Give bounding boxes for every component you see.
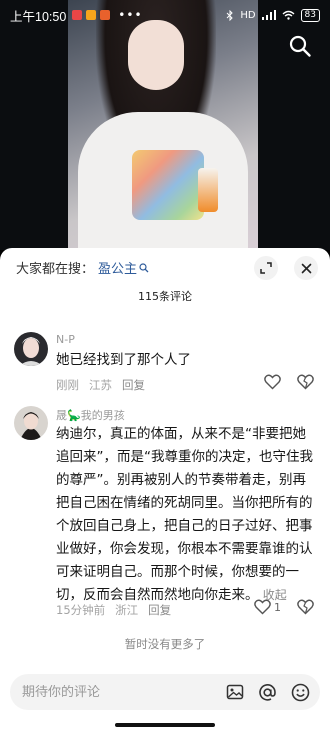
- trending-search[interactable]: 大家都在搜： 盈公主: [16, 258, 149, 277]
- battery-indicator: 83: [300, 8, 320, 22]
- like-count: 1: [274, 600, 281, 614]
- comment-count: 115条评论: [138, 290, 192, 303]
- comment-text-line: 追回来”，而是“我尊重你的决定，也守住我: [56, 449, 313, 465]
- comment-text-line: 业做好，你会发现，你根本不需要靠谁的认: [56, 541, 313, 557]
- reply-button[interactable]: 回复: [148, 602, 171, 618]
- network-type: HD: [240, 9, 256, 21]
- comment-meta: 刚刚 江苏 回复: [56, 377, 145, 393]
- video-player[interactable]: 上午10:50 ••• HD 83: [0, 0, 330, 250]
- wifi-icon: [282, 10, 295, 20]
- comment-time: 15分钟前: [56, 603, 106, 617]
- notification-app-icon: [86, 10, 97, 20]
- like-icon[interactable]: [264, 374, 281, 390]
- comment-location: 浙江: [115, 603, 139, 617]
- mention-icon[interactable]: [258, 683, 277, 702]
- comment-actions: [264, 374, 314, 390]
- dislike-icon[interactable]: [297, 599, 314, 615]
- like-button[interactable]: 1: [254, 599, 281, 615]
- emoji-icon[interactable]: [291, 683, 310, 702]
- comment-text: 她已经找到了那个人了: [56, 352, 191, 368]
- comment-actions: 1: [254, 599, 314, 615]
- expand-button[interactable]: [254, 256, 278, 280]
- notification-icons: [72, 10, 111, 20]
- comment-text: 纳迪尔，真正的体面，从来不是“非要把她 追回来”，而是“我尊重你的决定，也守住我…: [56, 423, 313, 607]
- like-icon: [254, 599, 271, 615]
- comment-text-line: 把自己困在情绪的死胡同里。当你把所有的: [56, 495, 313, 511]
- avatar-image: [14, 332, 48, 366]
- dislike-icon[interactable]: [297, 374, 314, 390]
- comment-input-bar[interactable]: [10, 674, 320, 710]
- home-indicator[interactable]: [115, 723, 215, 727]
- no-more-comments: 暂时没有更多了: [124, 637, 206, 651]
- comment-text-line: 纳迪尔，真正的体面，从来不是“非要把她: [56, 426, 306, 442]
- video-figure-face: [128, 20, 184, 90]
- video-product-bottle: [198, 168, 218, 212]
- comment-username[interactable]: 晟🦕我的男孩: [56, 407, 125, 423]
- comment-sheet: 大家都在搜： 盈公主 115条评论 N-P 她已经找到了那个人了 刚刚 江苏 回…: [0, 248, 330, 733]
- keyword-search-icon: [139, 262, 149, 272]
- status-time: 上午10:50: [10, 9, 67, 24]
- video-shirt-print: [132, 150, 204, 220]
- search-icon[interactable]: [288, 34, 312, 58]
- bluetooth-icon: [226, 9, 234, 21]
- comment-text-line: 可来证明自己。而那个时候，你想要的一: [56, 564, 299, 580]
- status-more: •••: [118, 8, 143, 22]
- close-icon: [301, 263, 311, 273]
- signal-icon: [261, 10, 276, 20]
- comment-location: 江苏: [89, 378, 112, 392]
- avatar[interactable]: [14, 406, 48, 440]
- comment-sheet-header: 大家都在搜： 盈公主 115条评论: [0, 248, 330, 310]
- image-icon[interactable]: [226, 683, 244, 701]
- expand-icon: [260, 262, 272, 274]
- trending-search-keyword[interactable]: 盈公主: [98, 258, 137, 277]
- reply-button[interactable]: 回复: [122, 377, 145, 393]
- comment-input[interactable]: [22, 684, 212, 700]
- close-button[interactable]: [294, 256, 318, 280]
- notification-app-icon: [72, 10, 83, 20]
- notification-app-icon: [100, 10, 111, 20]
- status-bar: 上午10:50 ••• HD 83: [0, 0, 330, 30]
- trending-search-prefix: 大家都在搜：: [16, 262, 95, 277]
- comment-text-line: 个放回自己身上，把自己的日子过好、把事: [56, 518, 313, 534]
- comment-text-line: 的尊严”。别再被别人的节奏带着走，别再: [56, 472, 306, 488]
- comment-username[interactable]: N-P: [56, 333, 75, 346]
- comment-text-line: 切，反而会自然而然地向你走来。: [56, 587, 259, 603]
- avatar[interactable]: [14, 332, 48, 366]
- avatar-image: [14, 406, 48, 440]
- comment-time: 刚刚: [56, 378, 79, 392]
- comment-meta: 15分钟前 浙江 回复: [56, 602, 171, 618]
